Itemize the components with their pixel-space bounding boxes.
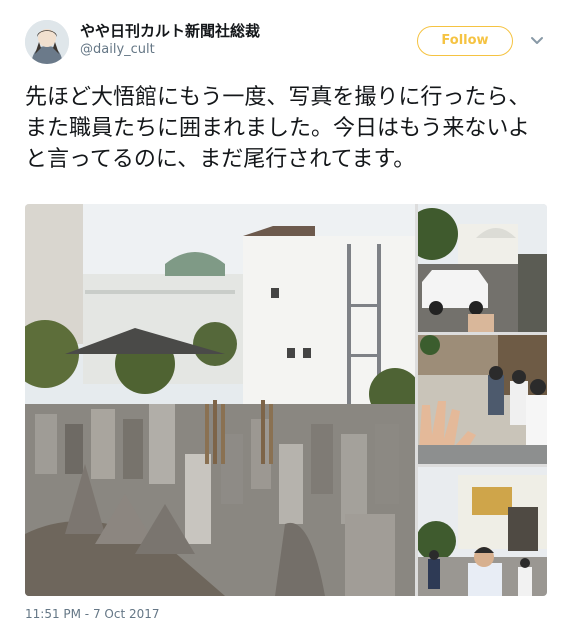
display-name[interactable]: やや日刊カルト新聞社総裁 bbox=[80, 20, 260, 41]
tweet-card: やや日刊カルト新聞社総裁 @daily_cult Follow 先ほど大悟館にも… bbox=[0, 0, 574, 634]
follow-button[interactable]: Follow bbox=[417, 26, 513, 56]
photo-street-car-image bbox=[418, 204, 547, 332]
photo-street-car[interactable] bbox=[418, 204, 547, 332]
photo-cemetery-image bbox=[25, 204, 415, 596]
user-handle[interactable]: @daily_cult bbox=[80, 42, 155, 57]
photo-building-men-image bbox=[418, 467, 547, 596]
media-grid bbox=[25, 204, 547, 596]
avatar[interactable] bbox=[25, 20, 69, 64]
photo-hand-staff-image bbox=[418, 335, 547, 464]
tweet-timestamp[interactable]: 11:51 PM - 7 Oct 2017 bbox=[25, 607, 160, 621]
chevron-down-icon[interactable] bbox=[530, 34, 544, 48]
photo-building-men[interactable] bbox=[418, 467, 547, 596]
tweet-text: 先ほど大悟館にもう一度、写真を撮りに行ったら、また職員たちに囲まれました。今日は… bbox=[25, 85, 531, 172]
avatar-image bbox=[25, 20, 69, 64]
photo-hand-staff[interactable] bbox=[418, 335, 547, 464]
photo-cemetery[interactable] bbox=[25, 204, 415, 596]
